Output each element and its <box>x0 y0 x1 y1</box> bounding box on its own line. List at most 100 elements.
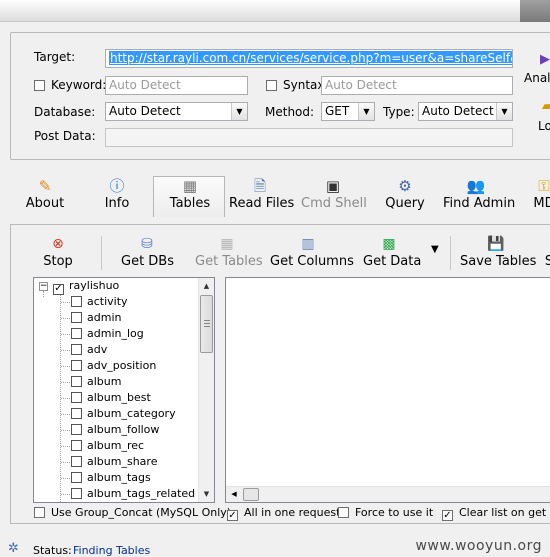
keyword-input[interactable]: Auto Detect <box>105 76 248 95</box>
tree-item[interactable]: admin_log <box>71 326 144 342</box>
tree-item[interactable]: album_follow <box>71 422 159 438</box>
tree-item[interactable]: album_category <box>71 406 176 422</box>
tree-item-checkbox[interactable] <box>71 328 82 339</box>
tree-item[interactable]: album_best <box>71 390 151 406</box>
scroll-up-icon[interactable]: ▲ <box>199 278 214 294</box>
syntax-checkbox[interactable] <box>266 80 277 91</box>
data-grid[interactable]: ◀ <box>225 277 550 503</box>
force-option[interactable]: Force to use it <box>338 506 433 519</box>
tree-item-label: album_category <box>87 407 176 420</box>
tree-item[interactable]: album_rec <box>71 438 144 454</box>
scroll-down-icon[interactable]: ▼ <box>199 486 214 502</box>
tree-root-checkbox[interactable]: ✓ <box>53 284 64 295</box>
chevron-down-icon: ▼ <box>231 103 247 120</box>
data-icon: ▩ <box>382 236 396 252</box>
tree-line <box>61 494 70 495</box>
tab-about-label: About <box>25 196 65 211</box>
more-button-label: S <box>544 254 550 269</box>
tree-line <box>61 334 70 335</box>
tab-md5[interactable]: ⚿ MD <box>532 176 550 216</box>
force-checkbox[interactable] <box>338 507 349 518</box>
target-url-input[interactable]: http://star.rayli.com.cn/services/servic… <box>105 49 513 68</box>
tab-cmd-shell[interactable]: ▣ Cmd Shell <box>301 176 367 216</box>
stop-button[interactable]: ⊗ Stop <box>42 234 74 270</box>
tree-item-checkbox[interactable] <box>71 360 82 371</box>
type-select[interactable]: Auto Detect ▼ <box>418 102 513 121</box>
tree-scrollbar[interactable]: ▲ ▼ <box>198 278 214 502</box>
group-concat-label: Use Group_Concat (MySQL Only) <box>51 506 232 519</box>
key-icon: ⚿ <box>538 177 550 195</box>
scroll-thumb[interactable] <box>200 295 213 353</box>
postdata-input[interactable] <box>105 128 513 147</box>
grid-horizontal-scrollbar[interactable]: ◀ <box>226 486 550 502</box>
table-tree[interactable]: − ✓ raylishuo activity admin admin_log adv ad… <box>33 277 215 503</box>
tab-cmd-shell-label: Cmd Shell <box>301 196 367 211</box>
scroll-left-icon[interactable]: ◀ <box>226 487 242 502</box>
tree-root[interactable]: ✓ raylishuo <box>53 278 119 295</box>
tab-query[interactable]: ⚙ Query <box>384 176 426 216</box>
tree-item[interactable]: activity <box>71 294 128 310</box>
tab-info[interactable]: ⓘ Info <box>100 176 134 216</box>
tree-item-checkbox[interactable] <box>71 344 82 355</box>
tab-about[interactable]: ✎ About <box>24 176 66 216</box>
status-value: Finding Tables <box>73 544 151 557</box>
tree-item-label: album_rec <box>87 439 145 452</box>
method-select[interactable]: GET ▼ <box>321 102 375 121</box>
folder-icon[interactable]: ▰ <box>542 99 550 114</box>
tables-icon: ▦ <box>182 177 198 195</box>
toolbar-separator <box>101 236 102 270</box>
play-icon[interactable]: ▶ <box>540 52 550 67</box>
method-label: Method: <box>265 105 315 119</box>
collapse-icon[interactable]: − <box>39 282 48 291</box>
clear-list-label: Clear list on get <box>459 506 547 519</box>
tree-item-checkbox[interactable] <box>71 296 82 307</box>
tree-item[interactable]: admin <box>71 310 121 326</box>
keyword-checkbox[interactable] <box>34 80 45 91</box>
analyze-button[interactable]: Anal <box>524 71 550 85</box>
save-tables-label: Save Tables <box>460 254 537 269</box>
tree-item[interactable]: adv <box>71 342 107 358</box>
all-in-one-checkbox[interactable]: ✓ <box>227 510 238 521</box>
tree-item[interactable]: album_share <box>71 454 157 470</box>
tree-item-checkbox[interactable] <box>71 488 82 499</box>
tree-item-checkbox[interactable] <box>71 392 82 403</box>
syntax-input[interactable]: Auto Detect <box>321 76 513 95</box>
all-in-one-option[interactable]: ✓ All in one request. <box>227 506 344 521</box>
tree-item-checkbox[interactable] <box>71 424 82 435</box>
tree-item-checkbox[interactable] <box>71 440 82 451</box>
group-concat-checkbox[interactable] <box>34 507 45 518</box>
clear-list-option[interactable]: ✓ Clear list on get <box>442 506 546 521</box>
tree-item-checkbox[interactable] <box>71 376 82 387</box>
tree-item[interactable]: adv_position <box>71 358 156 374</box>
more-button[interactable]: S <box>544 234 550 270</box>
tab-read-files[interactable]: 🗎 Read Files <box>229 176 294 216</box>
spinner-icon: ✲ <box>8 541 19 556</box>
tree-item-checkbox[interactable] <box>71 472 82 483</box>
tree-item-label: album <box>87 375 122 388</box>
save-tables-button[interactable]: 💾 Save Tables <box>460 234 537 270</box>
tree-item-checkbox[interactable] <box>71 312 82 323</box>
load-button[interactable]: Lo <box>538 119 550 133</box>
grid-scroll-thumb[interactable] <box>243 488 259 501</box>
database-select[interactable]: Auto Detect ▼ <box>105 102 248 121</box>
tree-item-label: album_follow <box>87 423 160 436</box>
tree-item[interactable]: album_tags_related <box>71 486 195 502</box>
get-data-button[interactable]: ▩ Get Data <box>363 234 421 270</box>
type-select-value: Auto Detect <box>422 104 494 118</box>
tab-find-admin[interactable]: 👥 Find Admin <box>443 176 515 216</box>
get-dbs-button[interactable]: ⛁ Get DBs <box>121 234 174 270</box>
group-concat-option[interactable]: Use Group_Concat (MySQL Only) <box>34 506 231 519</box>
get-tables-button[interactable]: ▦ Get Tables <box>195 234 263 270</box>
tree-item-label: admin <box>87 311 122 324</box>
tree-item-label: album_share <box>87 455 158 468</box>
admin-icon: 👥 <box>466 177 486 195</box>
get-columns-button[interactable]: ▥ Get Columns <box>270 234 354 270</box>
database-select-value: Auto Detect <box>109 104 181 118</box>
tree-item[interactable]: album_tags <box>71 470 151 486</box>
tree-item-checkbox[interactable] <box>71 408 82 419</box>
tab-tables[interactable]: ▦ Tables <box>160 176 220 216</box>
tree-item[interactable]: album <box>71 374 121 390</box>
clear-list-checkbox[interactable]: ✓ <box>442 510 453 521</box>
get-data-dropdown-icon[interactable]: ▼ <box>431 244 439 255</box>
tree-item-checkbox[interactable] <box>71 456 82 467</box>
